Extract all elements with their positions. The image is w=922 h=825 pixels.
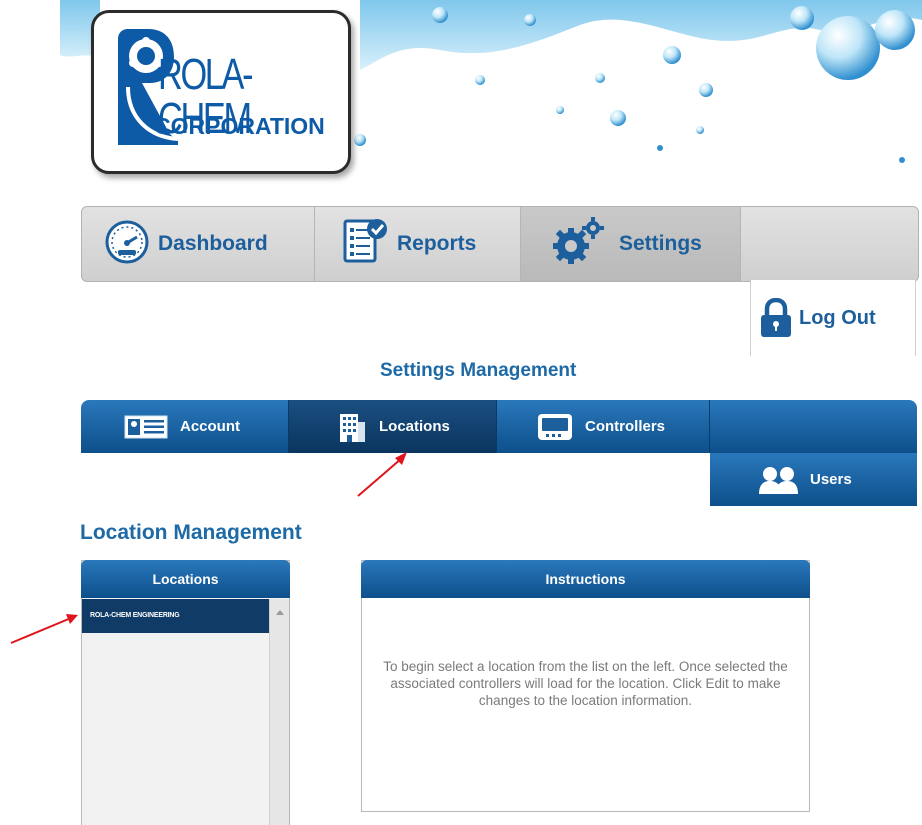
- instructions-text: To begin select a location from the list…: [383, 659, 788, 708]
- tab-reports-label: Reports: [397, 232, 477, 255]
- tab-locations[interactable]: Locations: [289, 400, 497, 453]
- tab-reports[interactable]: Reports: [315, 207, 521, 281]
- gears-icon: [549, 216, 605, 273]
- id-card-icon: [124, 415, 168, 439]
- logo-corporation: CORPORATION: [154, 113, 325, 139]
- company-logo: ROLA-CHEM CORPORATION: [91, 10, 351, 174]
- tab-account[interactable]: Account: [81, 400, 289, 453]
- logout-button[interactable]: Log Out: [750, 280, 916, 356]
- tab-users[interactable]: Users: [710, 453, 917, 506]
- settings-management-title: Settings Management: [380, 360, 577, 381]
- settings-navigation: Account Locations Controllers: [81, 400, 917, 453]
- main-navigation: Dashboard Reports Settings: [81, 206, 919, 282]
- annotation-arrow-locations-tab: [357, 452, 407, 497]
- tab-users-label: Users: [810, 471, 852, 488]
- location-management-title: Location Management: [80, 521, 302, 544]
- report-document-icon: [341, 217, 389, 272]
- building-icon: [337, 410, 367, 444]
- padlock-icon: [759, 298, 793, 338]
- settings-nav-filler: [710, 400, 917, 453]
- tab-dashboard-label: Dashboard: [158, 232, 268, 255]
- users-icon: [758, 466, 800, 494]
- locations-panel: Locations ROLA-CHEM ENGINEERING: [81, 560, 290, 825]
- speedometer-icon: [104, 219, 150, 270]
- scroll-up-arrow-icon[interactable]: [276, 610, 284, 615]
- main-nav-filler: [741, 207, 918, 281]
- instructions-panel-header: Instructions: [361, 560, 810, 598]
- tab-controllers[interactable]: Controllers: [497, 400, 710, 453]
- tab-settings-label: Settings: [619, 232, 702, 255]
- controller-device-icon: [537, 413, 573, 441]
- tab-account-label: Account: [180, 418, 240, 435]
- locations-list: ROLA-CHEM ENGINEERING: [82, 599, 270, 825]
- tab-controllers-label: Controllers: [585, 418, 666, 435]
- instructions-panel: Instructions To begin select a location …: [361, 560, 810, 812]
- tab-dashboard[interactable]: Dashboard: [82, 207, 315, 281]
- locations-scrollbar[interactable]: [269, 599, 289, 825]
- tab-locations-label: Locations: [379, 418, 450, 435]
- tab-settings[interactable]: Settings: [521, 207, 741, 281]
- annotation-arrow-location-item: [10, 614, 78, 644]
- logout-label: Log Out: [799, 306, 876, 329]
- locations-panel-header: Locations: [81, 560, 290, 598]
- location-item-selected[interactable]: ROLA-CHEM ENGINEERING: [82, 599, 270, 633]
